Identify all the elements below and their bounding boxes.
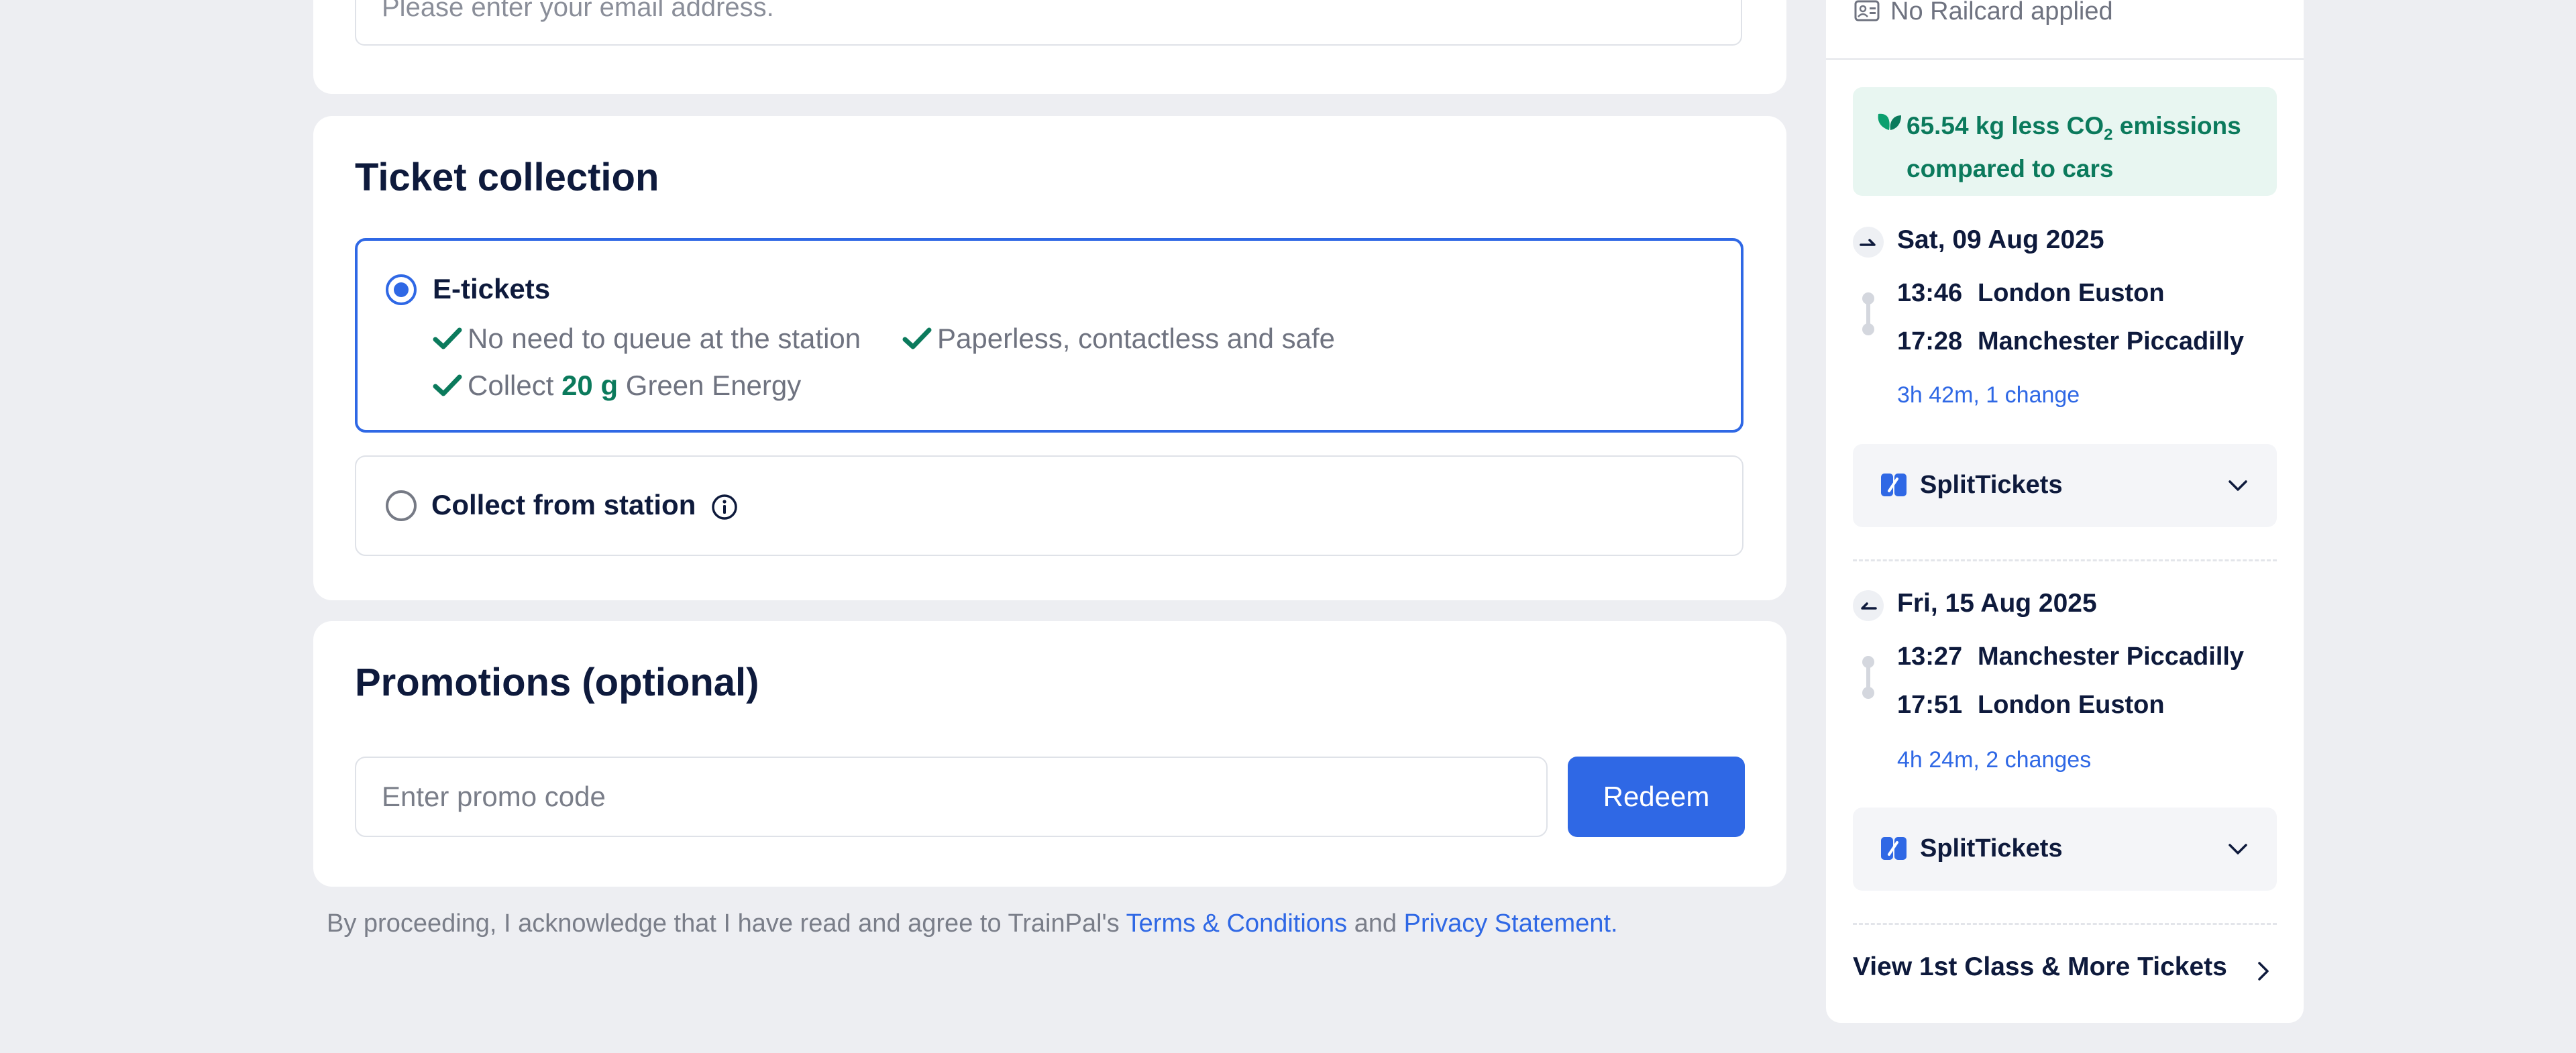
return-date: Fri, 15 Aug 2025	[1897, 589, 2097, 618]
legal-and: and	[1354, 909, 1397, 938]
railcard-icon	[1854, 0, 1880, 21]
departure-station: London Euston	[1978, 279, 2165, 307]
outbound-date: Sat, 09 Aug 2025	[1897, 225, 2104, 254]
chevron-down-icon[interactable]	[2226, 837, 2250, 861]
ticket-collection-card: Ticket collection E-tickets No need to q…	[313, 116, 1786, 600]
splittickets-label: SplitTickets	[1920, 834, 2063, 863]
splittickets-label: SplitTickets	[1920, 471, 2063, 499]
email-field[interactable]: Please enter your email address.	[355, 0, 1742, 46]
email-placeholder: Please enter your email address.	[382, 0, 774, 22]
railcard-text: No Railcard applied	[1890, 0, 2113, 25]
departure-time: 13:46	[1897, 279, 1963, 307]
return-duration[interactable]: 4h 24m, 2 changes	[1897, 747, 2091, 773]
collect-station-text: Collect from station	[431, 489, 696, 520]
check-icon	[902, 327, 932, 349]
outbound-icon	[1853, 227, 1884, 258]
promotions-title: Promotions (optional)	[355, 661, 759, 704]
departure-station: Manchester Piccadilly	[1978, 643, 2245, 671]
splittickets-icon	[1881, 837, 1907, 860]
outbound-duration[interactable]: 3h 42m, 1 change	[1897, 382, 2080, 408]
option-collect-station[interactable]: Collect from station	[355, 455, 1743, 556]
green-prefix: Collect	[468, 370, 554, 401]
outbound-arrival: 17:28 Manchester Piccadilly	[1897, 327, 2244, 356]
feature-text: No need to queue at the station	[468, 323, 861, 354]
divider	[1853, 923, 2277, 925]
collect-station-label: Collect from station	[431, 489, 739, 521]
etickets-radio[interactable]	[386, 274, 417, 305]
redeem-button[interactable]: Redeem	[1568, 757, 1745, 837]
co2-text-before: 65.54 kg less CO	[1907, 112, 2104, 140]
arrival-time: 17:28	[1897, 327, 1963, 355]
view-more-tickets-link[interactable]: View 1st Class & More Tickets	[1853, 952, 2227, 982]
leaf-icon	[1878, 113, 1901, 130]
legal-notice: By proceeding, I acknowledge that I have…	[327, 909, 1618, 938]
promo-code-input[interactable]	[355, 757, 1548, 837]
privacy-link[interactable]: Privacy Statement.	[1404, 909, 1618, 938]
check-icon	[433, 327, 462, 349]
promotions-card: Promotions (optional) Redeem	[313, 621, 1786, 887]
arrival-station: London Euston	[1978, 691, 2165, 719]
return-splittickets[interactable]: SplitTickets	[1853, 808, 2277, 891]
etickets-label: E-tickets	[433, 273, 551, 304]
railcard-row: No Railcard applied	[1826, 0, 2304, 60]
collect-station-radio[interactable]	[386, 490, 417, 521]
email-card: Please enter your email address.	[313, 0, 1786, 94]
option-etickets[interactable]: E-tickets No need to queue at the statio…	[355, 238, 1743, 433]
timeline-dot	[1862, 687, 1874, 699]
feature-green-energy: Collect 20 g Green Energy	[433, 370, 801, 402]
outbound-departure: 13:46 London Euston	[1897, 279, 2165, 308]
divider	[1853, 559, 2277, 561]
feature-text: Paperless, contactless and safe	[937, 323, 1336, 354]
green-amount: 20 g	[561, 370, 619, 401]
return-departure: 13:27 Manchester Piccadilly	[1897, 643, 2244, 671]
green-suffix: Green Energy	[625, 370, 802, 401]
co2-text: 65.54 kg less CO2 emissions compared to …	[1907, 109, 2269, 186]
trip-summary-sidebar: No Railcard applied 65.54 kg less CO2 em…	[1826, 0, 2304, 1023]
arrival-time: 17:51	[1897, 691, 1963, 719]
splittickets-icon	[1881, 474, 1907, 496]
outbound-splittickets[interactable]: SplitTickets	[1853, 444, 2277, 527]
arrival-station: Manchester Piccadilly	[1978, 327, 2245, 355]
co2-subscript: 2	[2104, 125, 2113, 144]
feature-paperless: Paperless, contactless and safe	[902, 323, 1335, 355]
departure-time: 13:27	[1897, 643, 1963, 671]
ticket-collection-title: Ticket collection	[355, 156, 659, 199]
co2-banner: 65.54 kg less CO2 emissions compared to …	[1853, 87, 2277, 196]
info-icon[interactable]	[710, 493, 739, 521]
terms-link[interactable]: Terms & Conditions	[1126, 909, 1347, 938]
return-icon	[1853, 590, 1884, 621]
chevron-down-icon[interactable]	[2226, 474, 2250, 498]
legal-prefix: By proceeding, I acknowledge that I have…	[327, 909, 1120, 938]
timeline-dot	[1862, 323, 1874, 335]
check-icon	[433, 374, 462, 396]
feature-no-queue: No need to queue at the station	[433, 323, 861, 355]
chevron-right-icon[interactable]	[2251, 959, 2275, 983]
return-arrival: 17:51 London Euston	[1897, 691, 2165, 720]
